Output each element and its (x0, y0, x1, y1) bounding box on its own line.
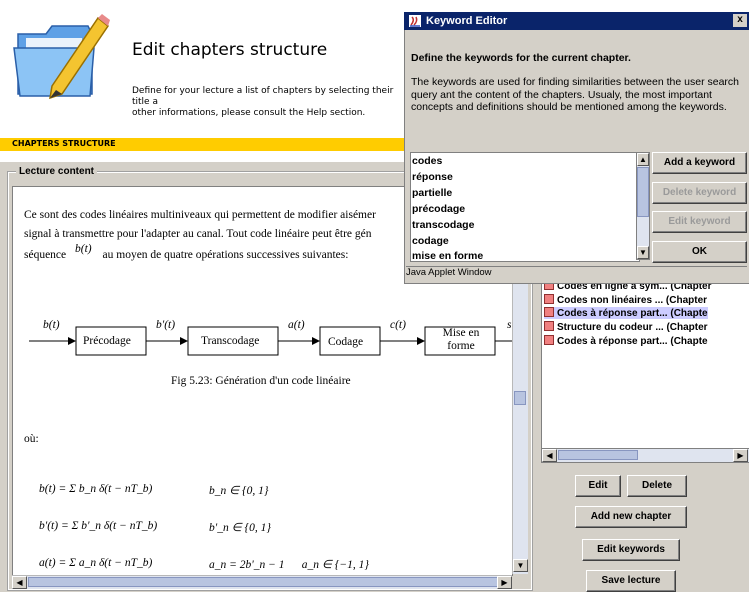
chapters-list[interactable]: Codes en ligne à sym... (Chapter Codes n… (541, 263, 749, 450)
keywords-scrollbar[interactable]: ▲ ▼ (636, 152, 650, 260)
chapters-scroll-thumb[interactable] (558, 450, 638, 460)
edit-keyword-button[interactable]: Edit keyword (652, 211, 747, 233)
edit-keywords-button[interactable]: Edit keywords (582, 539, 680, 561)
equation-2-lhs: b'(t) = Σ b'_n δ(t − nT_b) (39, 520, 158, 532)
page-title: Edit chapters structure (132, 40, 328, 60)
figure-caption: Fig 5.23: Génération d'un code linéaire (171, 375, 351, 387)
chapter-item-selected[interactable]: Codes à réponse part... (Chapte (544, 307, 708, 319)
para-suffix: au moyen de quatre opérations successive… (102, 249, 349, 261)
vertical-scroll-thumb[interactable] (514, 391, 526, 405)
chapter-item[interactable]: Structure du codeur ... (Chapter (544, 321, 708, 333)
diagram-input-label: b(t) (43, 319, 60, 331)
close-icon[interactable]: x (733, 14, 747, 27)
block-transcodage: Transcodage (201, 335, 260, 347)
horizontal-scroll-thumb[interactable] (28, 577, 498, 587)
section-bar-label: CHAPTERS STRUCTURE (12, 139, 116, 148)
edit-chapter-button[interactable]: Edit (575, 475, 621, 497)
lecture-content-title: Lecture content (16, 166, 98, 177)
chapter-item[interactable]: Codes à réponse part... (Chapte (544, 335, 708, 347)
chapter-label: Structure du codeur ... (Chapter (557, 322, 708, 333)
keyword-editor-heading: Define the keywords for the current chap… (411, 52, 631, 64)
keyword-item[interactable]: codes (412, 155, 442, 167)
keyword-editor-title: Keyword Editor (426, 15, 508, 27)
scroll-down-icon[interactable]: ▼ (513, 559, 528, 572)
ok-button[interactable]: OK (652, 241, 747, 263)
keywords-scroll-thumb[interactable] (637, 167, 649, 217)
chapter-icon (544, 294, 554, 304)
arrow-label-2: a(t) (288, 319, 305, 331)
equation-1-rhs: b_n ∈ {0, 1} (209, 485, 269, 497)
chapter-icon (544, 335, 554, 345)
chapter-item[interactable]: Codes non linéaires ... (Chapter (544, 294, 707, 306)
delete-chapter-button[interactable]: Delete (627, 475, 687, 497)
save-lecture-button[interactable]: Save lecture (586, 570, 676, 592)
chapter-icon (544, 321, 554, 331)
folder-pencil-icon (13, 14, 110, 100)
para-line-3: séquence b(t) au moyen de quatre opérati… (24, 243, 349, 261)
java-applet-icon (409, 15, 421, 27)
keyword-item[interactable]: partielle (412, 187, 452, 199)
block-mise-en-forme: Mise en forme (442, 327, 480, 352)
para-line-2: signal à transmettre pour l'adapter au c… (24, 228, 372, 240)
chapters-horizontal-scrollbar[interactable]: ◀ ▶ (541, 448, 749, 463)
equation-3-lhs: a(t) = Σ a_n δ(t − nT_b) (39, 557, 153, 569)
add-chapter-button[interactable]: Add new chapter (575, 506, 687, 528)
chapter-label: Codes à réponse part... (Chapte (557, 308, 708, 319)
chapter-icon (544, 307, 554, 317)
scroll-down-icon[interactable]: ▼ (637, 246, 649, 259)
ou-label: où: (24, 433, 39, 445)
add-keyword-button[interactable]: Add a keyword (652, 152, 747, 174)
para-line-1: Ce sont des codes linéaires multiniveaux… (24, 209, 376, 221)
section-bar: CHAPTERS STRUCTURE (0, 138, 418, 151)
scroll-up-icon[interactable]: ▲ (637, 153, 649, 166)
keyword-item[interactable]: précodage (412, 203, 465, 215)
keyword-item[interactable]: réponse (412, 171, 453, 183)
keyword-item[interactable]: mise en forme (412, 250, 483, 261)
arrow-label-1: b'(t) (156, 319, 176, 331)
chapter-label: Codes non linéaires ... (Chapter (557, 295, 708, 306)
keyword-editor-titlebar[interactable]: Keyword Editor x (404, 12, 749, 30)
para-math: b(t) (75, 243, 92, 255)
keyword-item[interactable]: transcodage (412, 219, 474, 231)
delete-keyword-button[interactable]: Delete keyword (652, 182, 747, 204)
equation-2-rhs: b'_n ∈ {0, 1} (209, 522, 271, 534)
block-precodage: Précodage (83, 335, 131, 347)
applet-status-bar: Java Applet Window (406, 266, 747, 281)
arrow-label-3: c(t) (390, 319, 406, 331)
keywords-list[interactable]: codes réponse partielle précodage transc… (410, 152, 640, 262)
equation-3-rhs: a_n = 2b'_n − 1 a_n ∈ {−1, 1} (209, 559, 369, 571)
para-prefix: séquence (24, 249, 67, 261)
scroll-right-icon[interactable]: ▶ (733, 449, 748, 462)
scroll-right-icon[interactable]: ▶ (497, 576, 512, 589)
scroll-left-icon[interactable]: ◀ (12, 576, 27, 589)
scroll-left-icon[interactable]: ◀ (542, 449, 557, 462)
lecture-horizontal-scrollbar[interactable]: ◀ ▶ (12, 575, 512, 589)
block-codage: Codage (328, 336, 364, 348)
page-description: Define for your lecture a list of chapte… (132, 86, 394, 119)
keyword-item[interactable]: codage (412, 235, 449, 247)
arrow-label-4: s (507, 319, 512, 331)
description-line-1: Define for your lecture a list of chapte… (132, 86, 394, 107)
equation-1-lhs: b(t) = Σ b_n δ(t − nT_b) (39, 483, 153, 495)
chapter-label: Codes à réponse part... (Chapte (557, 336, 708, 347)
keyword-editor-description: The keywords are used for finding simila… (411, 76, 739, 113)
description-line-2: other informations, please consult the H… (132, 108, 366, 118)
